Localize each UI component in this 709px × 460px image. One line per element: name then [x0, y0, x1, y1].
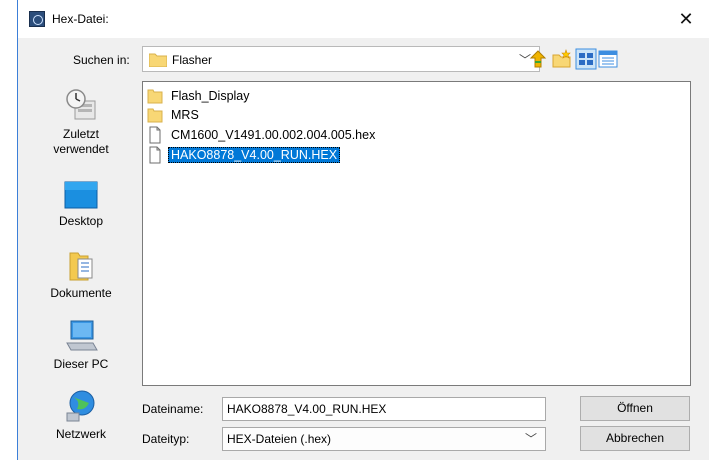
place-label: Zuletzt verwendet	[53, 127, 109, 156]
place-network[interactable]: Netzwerk	[41, 389, 121, 442]
folder-icon	[149, 53, 167, 67]
file-icon	[149, 146, 161, 164]
folder-icon	[147, 89, 163, 104]
look-in-dropdown[interactable]: Flasher ﹀	[142, 46, 540, 72]
filename-input[interactable]: HAKO8878_V4.00_RUN.HEX	[222, 397, 546, 421]
list-item[interactable]: CM1600_V1491.00.002.004.005.hex	[147, 126, 378, 144]
network-icon	[66, 390, 95, 422]
view-menu-icon[interactable]	[575, 48, 597, 70]
close-button[interactable]: ✕	[663, 0, 709, 38]
file-name: Flash_Display	[171, 89, 250, 103]
file-name: MRS	[171, 108, 199, 122]
places-bar: Zuletzt verwendet Desktop Dokumente Dies…	[41, 81, 121, 457]
filetype-label: Dateityp:	[142, 432, 190, 446]
place-label: Dokumente	[50, 286, 112, 300]
details-view-icon[interactable]	[597, 48, 619, 70]
folder-icon	[147, 108, 163, 123]
app-icon	[29, 11, 45, 27]
place-label: Dieser PC	[53, 357, 109, 371]
filename-label: Dateiname:	[142, 402, 204, 416]
place-desktop[interactable]: Desktop	[41, 180, 121, 229]
filetype-value: HEX-Dateien (.hex)	[227, 432, 332, 446]
documents-icon	[69, 252, 93, 281]
look-in-label: Suchen in:	[73, 53, 130, 67]
recent-icon	[66, 89, 96, 120]
place-label: Netzwerk	[55, 427, 106, 441]
cancel-button[interactable]: Abbrechen	[580, 426, 690, 451]
desktop-icon	[64, 181, 98, 209]
list-item-selected[interactable]: HAKO8878_V4.00_RUN.HEX	[147, 146, 341, 164]
new-folder-icon[interactable]	[551, 48, 573, 70]
place-recent[interactable]: Zuletzt verwendet	[41, 87, 121, 157]
list-item[interactable]: Flash_Display	[147, 87, 253, 105]
open-file-dialog: Hex-Datei: ✕ Suchen in: Flasher ﹀ Zuletz…	[17, 0, 709, 460]
file-list[interactable]: Flash_Display MRS CM1600_V1491.00.002.00…	[142, 81, 691, 386]
up-folder-icon[interactable]	[527, 48, 549, 70]
filetype-dropdown[interactable]: HEX-Dateien (.hex) ﹀	[222, 427, 546, 451]
list-item[interactable]: MRS	[147, 106, 202, 124]
place-label: Desktop	[58, 214, 104, 228]
computer-icon	[66, 320, 98, 351]
open-button[interactable]: Öffnen	[580, 396, 690, 421]
file-name: HAKO8878_V4.00_RUN.HEX	[168, 147, 341, 163]
chevron-down-icon: ﹀	[524, 432, 537, 446]
dialog-title: Hex-Datei:	[52, 12, 109, 26]
title-bar: Hex-Datei: ✕	[18, 0, 709, 38]
file-icon	[149, 126, 161, 144]
place-this-pc[interactable]: Dieser PC	[41, 319, 121, 372]
file-name: CM1600_V1491.00.002.004.005.hex	[171, 128, 376, 142]
look-in-value: Flasher	[172, 53, 213, 67]
place-documents[interactable]: Dokumente	[41, 250, 121, 301]
